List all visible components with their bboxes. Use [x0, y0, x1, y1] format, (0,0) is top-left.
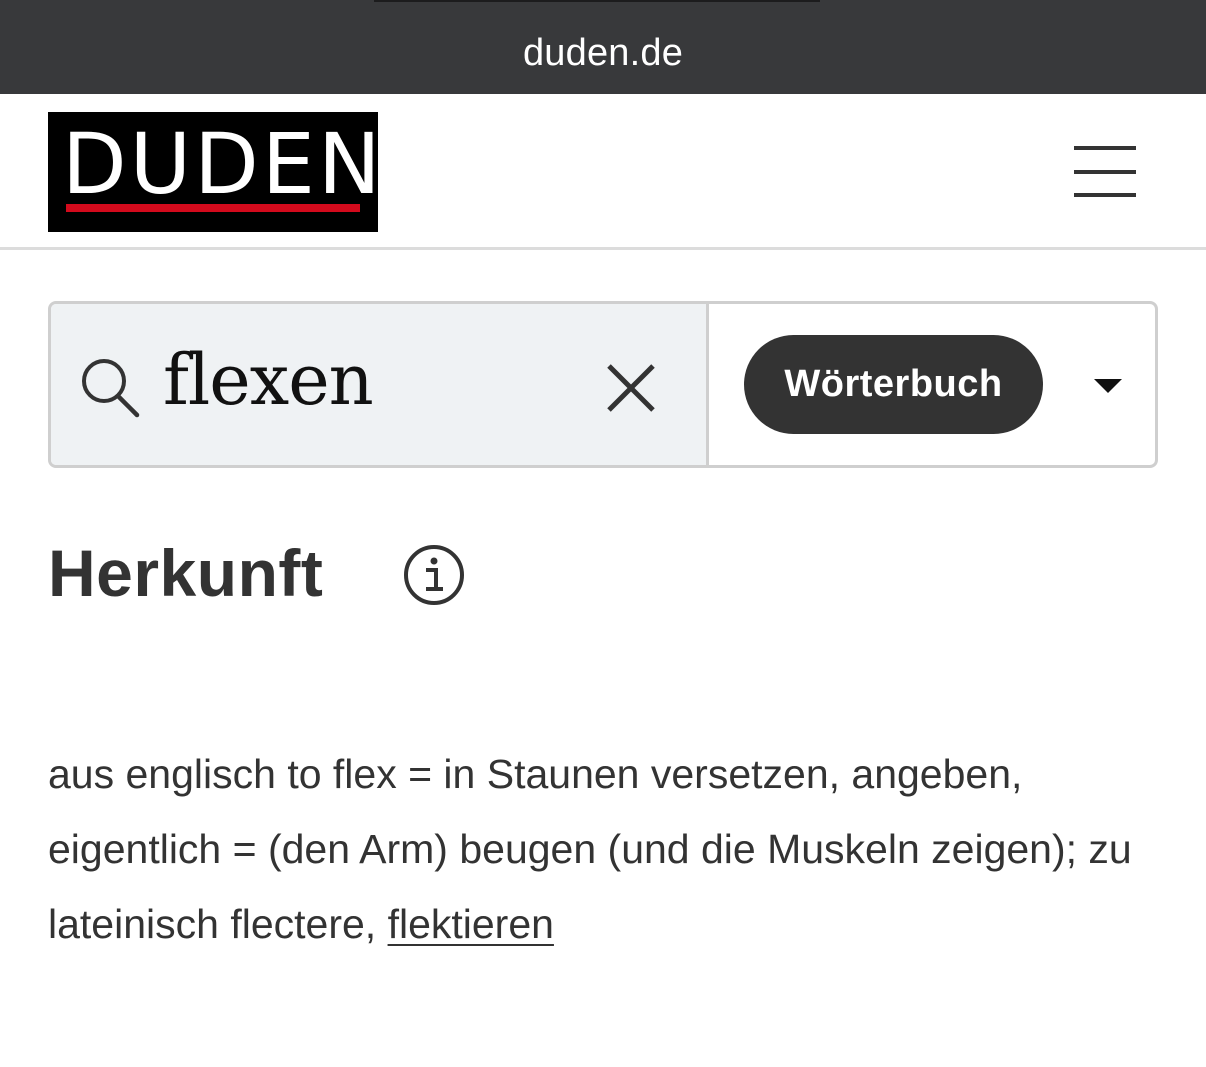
- site-header: DUDEN: [0, 94, 1206, 250]
- duden-logo[interactable]: DUDEN: [48, 112, 381, 232]
- close-icon[interactable]: [599, 356, 663, 420]
- search-bar: flexen Wörterbuch: [48, 301, 1158, 468]
- caret-down-icon[interactable]: [1083, 364, 1133, 404]
- hamburger-menu-icon[interactable]: [1070, 146, 1138, 198]
- search-icon: [82, 359, 140, 418]
- status-notch: [374, 0, 820, 2]
- url-text[interactable]: duden.de: [523, 32, 683, 75]
- etymology-body: aus englisch to flex = in Staunen verset…: [48, 751, 1132, 947]
- menu-line: [1074, 146, 1136, 150]
- search-query[interactable]: flexen: [163, 340, 374, 420]
- dictionary-select-button[interactable]: Wörterbuch: [744, 335, 1043, 434]
- browser-url-bar[interactable]: duden.de: [0, 0, 1206, 94]
- menu-line: [1074, 193, 1136, 197]
- logo-text: DUDEN: [62, 115, 384, 213]
- menu-line: [1074, 170, 1136, 174]
- etymology-text: aus englisch to flex = in Staunen verset…: [48, 737, 1158, 962]
- logo-red-bar: [66, 204, 360, 212]
- info-icon[interactable]: [402, 543, 466, 607]
- flektieren-link[interactable]: flektieren: [388, 901, 554, 947]
- search-input[interactable]: flexen: [51, 304, 709, 465]
- section-heading: Herkunft: [48, 536, 324, 610]
